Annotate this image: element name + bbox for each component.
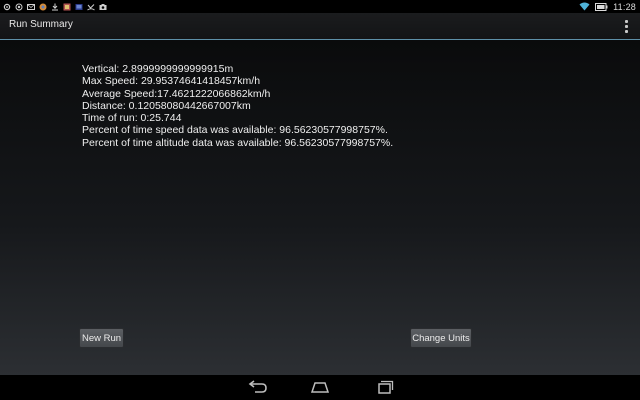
mail-icon <box>27 3 35 10</box>
stats-list: Vertical: 2.8999999999999915m Max Speed:… <box>82 63 393 149</box>
page-title: Run Summary <box>9 19 73 30</box>
stat-average-speed: Average Speed:17.4621222066862km/h <box>82 87 271 100</box>
tv-icon <box>75 3 83 10</box>
status-icons: 11:28 <box>579 0 636 13</box>
stat-speed-availability: Percent of time speed data was available… <box>82 124 388 137</box>
new-run-button[interactable]: New Run <box>79 328 124 348</box>
action-bar: Run Summary <box>0 13 640 40</box>
stat-time-of-run: Time of run: 0:25.744 <box>82 112 182 125</box>
stat-max-speed: Max Speed: 29.95374641418457km/h <box>82 75 261 88</box>
camera-icon <box>99 3 107 10</box>
download-icon <box>52 3 58 10</box>
back-icon[interactable] <box>245 379 269 395</box>
notification-icons <box>3 2 107 11</box>
missed-call-icon <box>87 3 95 10</box>
photo-icon <box>63 3 71 10</box>
wifi-icon <box>579 2 590 11</box>
clock: 11:28 <box>613 1 636 12</box>
overflow-menu-icon[interactable] <box>622 18 630 34</box>
settings-icon <box>3 3 11 10</box>
stat-vertical: Vertical: 2.8999999999999915m <box>82 63 234 75</box>
home-icon[interactable] <box>308 379 332 395</box>
browser-icon <box>39 3 47 10</box>
status-bar: 11:28 <box>0 0 640 13</box>
stat-distance: Distance: 0.12058080442667007km <box>82 99 251 112</box>
change-units-button[interactable]: Change Units <box>410 328 472 348</box>
app-screen: 11:28 Run Summary Vertical: 2.8999999999… <box>0 0 640 400</box>
navigation-bar <box>0 375 640 400</box>
radio-icon <box>15 3 23 10</box>
recents-icon[interactable] <box>372 379 396 395</box>
stat-altitude-availability: Percent of time altitude data was availa… <box>82 136 394 149</box>
run-summary-content: Vertical: 2.8999999999999915m Max Speed:… <box>0 40 640 375</box>
battery-icon <box>595 2 608 11</box>
